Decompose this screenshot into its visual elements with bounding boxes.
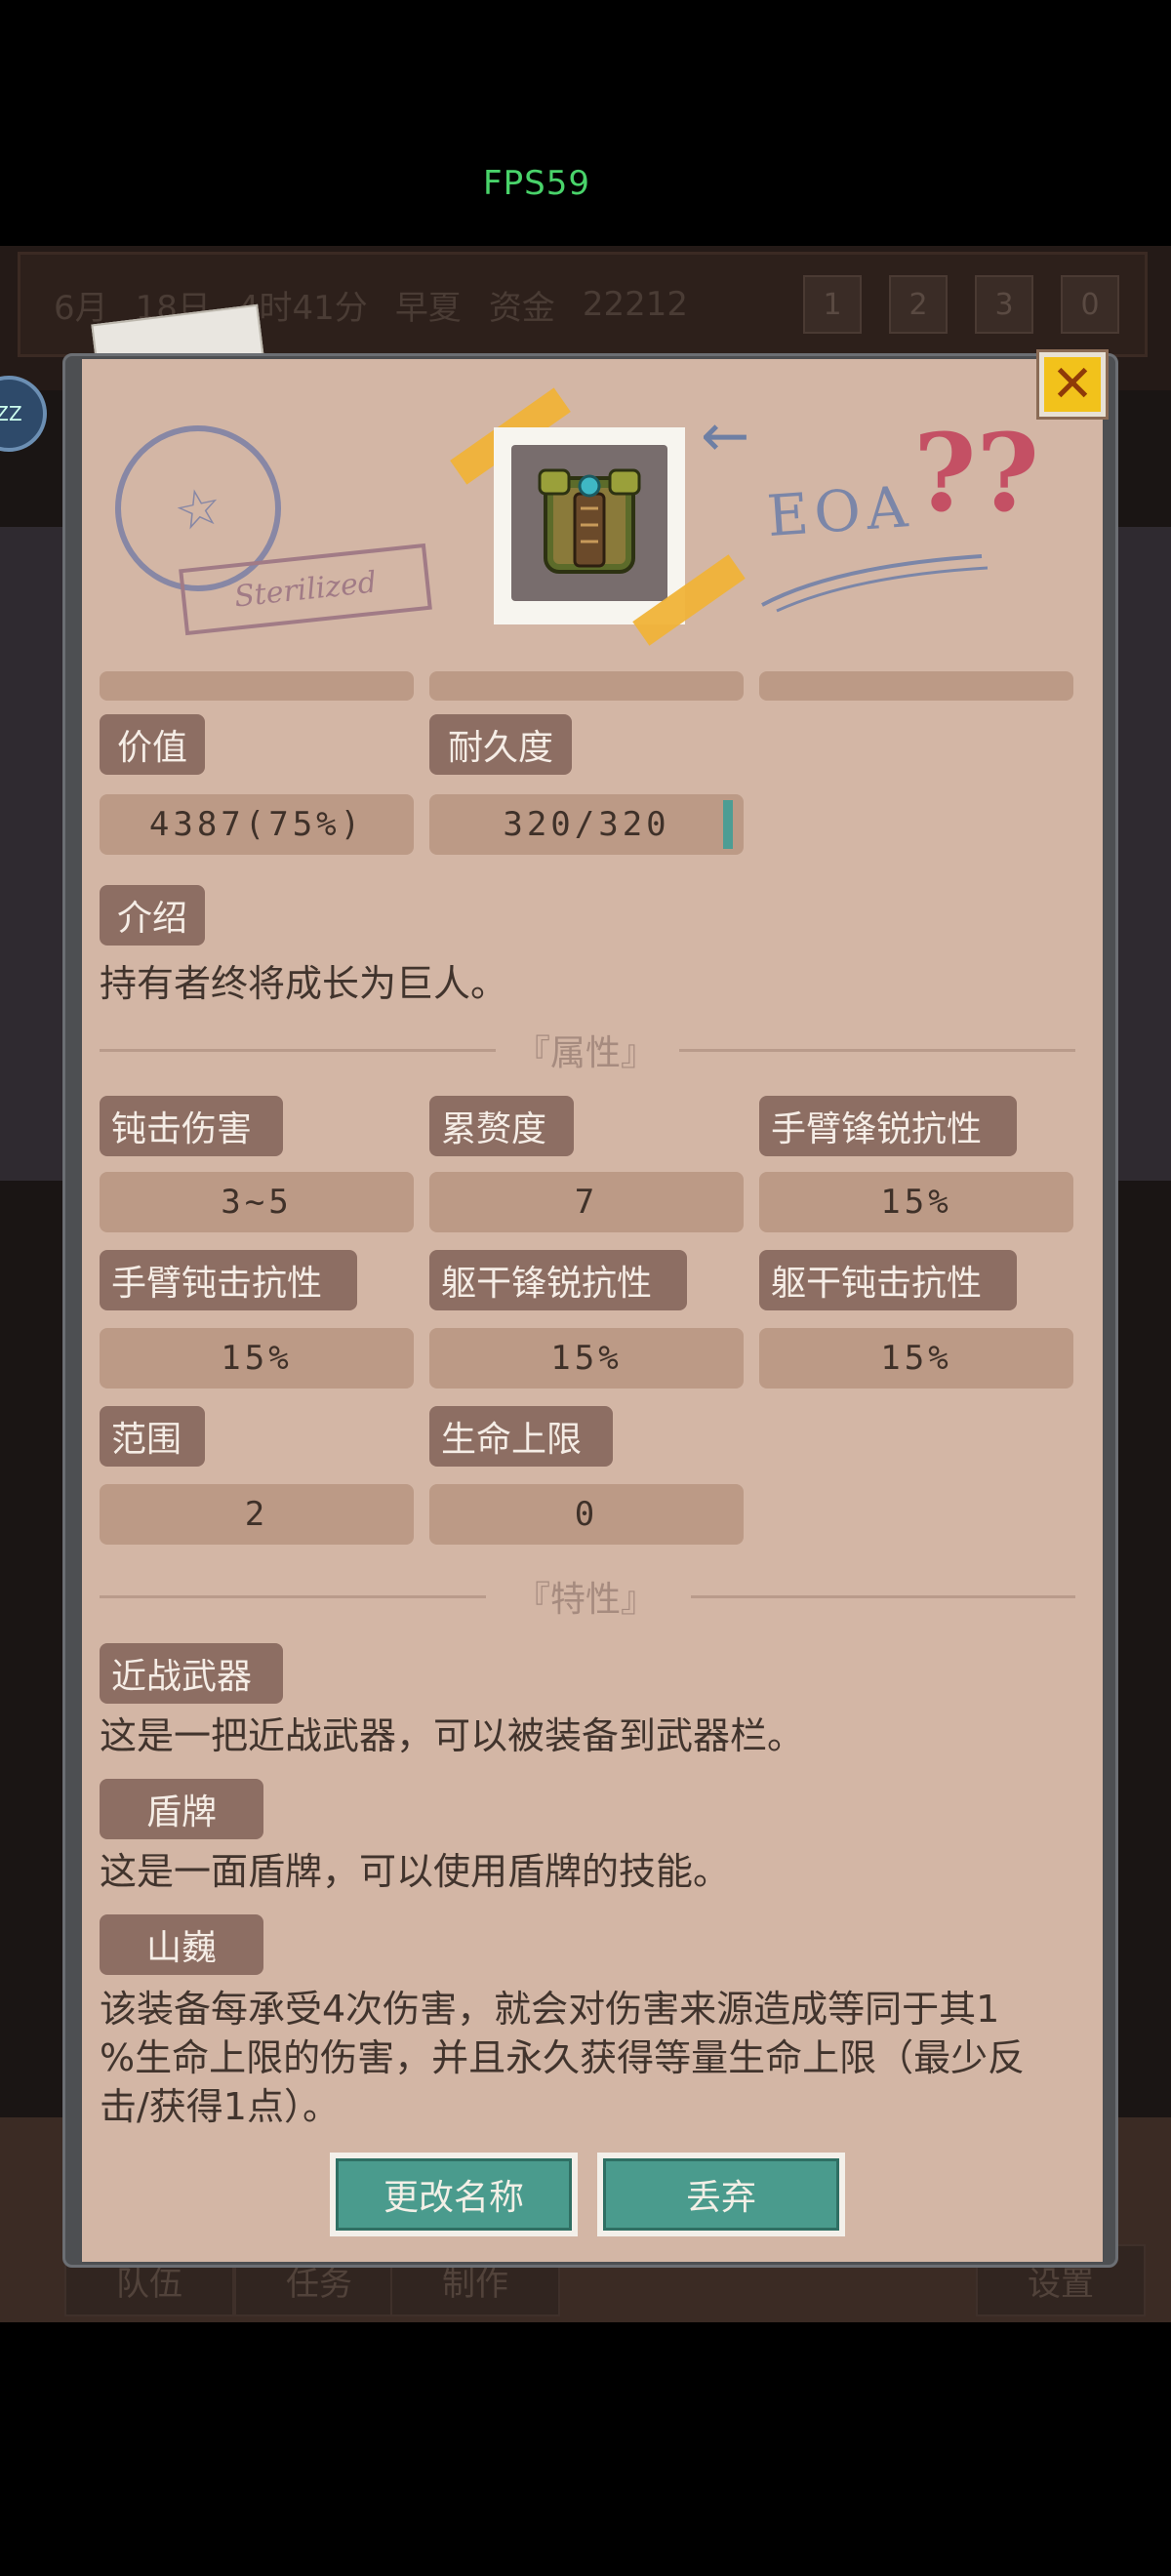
attr-label-range: 范围: [100, 1406, 205, 1467]
speed-button-3[interactable]: 3: [974, 275, 1033, 334]
question-marks-decoration: ??: [913, 410, 1039, 536]
attr-value-arm-blunt-resist: 15%: [100, 1328, 414, 1389]
attr-label-blunt-damage: 钝击伤害: [100, 1096, 283, 1156]
item-detail-modal: [82, 359, 1103, 2262]
durability-bar: [723, 800, 733, 849]
trait-label-shield: 盾牌: [100, 1779, 263, 1839]
scribble-decoration: [761, 554, 989, 613]
pause-button[interactable]: 0: [1060, 275, 1119, 334]
cut-value-2: [429, 671, 744, 701]
season-display: 早夏: [394, 288, 462, 328]
attr-value-arm-sharp-resist: 15%: [759, 1172, 1073, 1232]
rename-button[interactable]: 更改名称: [330, 2153, 578, 2236]
value-field: 4387(75%): [100, 794, 414, 855]
section-divider: [691, 1595, 1075, 1598]
attr-value-blunt-damage: 3~5: [100, 1172, 414, 1232]
money-label: 资金: [488, 288, 555, 328]
section-divider: [679, 1049, 1075, 1052]
trait-text-mountain-line-3: 击/获得1点）。: [100, 2085, 340, 2128]
attr-value-torso-sharp-resist: 15%: [429, 1328, 744, 1389]
item-icon-frame: [494, 427, 685, 624]
attr-label-arm-sharp-resist: 手臂锋锐抗性: [759, 1096, 1017, 1156]
close-icon: ✕: [1044, 357, 1101, 412]
attr-label-torso-sharp-resist: 躯干锋锐抗性: [429, 1250, 687, 1310]
attr-value-max-hp: 0: [429, 1484, 744, 1545]
trait-text-shield: 这是一面盾牌，可以使用盾牌的技能。: [100, 1850, 731, 1893]
attr-value-encumbrance: 7: [429, 1172, 744, 1232]
trait-text-mountain-line-1: 该装备每承受4次伤害，就会对伤害来源造成等同于其1: [100, 1988, 1000, 2031]
speed-button-1[interactable]: 1: [802, 275, 862, 334]
trait-text-melee-weapon: 这是一把近战武器，可以被装备到武器栏。: [100, 1714, 805, 1757]
discard-button-label: 丢弃: [603, 2158, 839, 2231]
money-value: 22212: [582, 285, 688, 324]
value-label: 价值: [100, 714, 205, 775]
attr-label-torso-blunt-resist: 躯干钝击抗性: [759, 1250, 1017, 1310]
arrow-icon: ←: [701, 402, 750, 470]
intro-label: 介绍: [100, 885, 205, 946]
trait-label-mountain: 山巍: [100, 1914, 263, 1975]
trait-text-mountain-line-2: %生命上限的伤害，并且永久获得等量生命上限（最少反: [100, 2036, 1026, 2079]
attr-value-torso-blunt-resist: 15%: [759, 1328, 1073, 1389]
armor-chestplate-icon: [538, 468, 641, 574]
date-month: 6月: [54, 288, 108, 328]
fps-counter: FPS59: [483, 164, 590, 203]
item-slot: [511, 445, 667, 601]
eoa-sketch: EOA: [764, 472, 915, 550]
close-button[interactable]: ✕: [1036, 349, 1109, 420]
attr-label-arm-blunt-resist: 手臂钝击抗性: [100, 1250, 357, 1310]
speed-button-2[interactable]: 2: [888, 275, 948, 334]
intro-text: 持有者终将成长为巨人。: [100, 962, 508, 1005]
attr-label-encumbrance: 累赘度: [429, 1096, 574, 1156]
trait-label-melee-weapon: 近战武器: [100, 1643, 283, 1704]
discard-button[interactable]: 丢弃: [597, 2153, 845, 2236]
cut-value-3: [759, 671, 1073, 701]
attr-value-range: 2: [100, 1484, 414, 1545]
durability-field: 320/320: [429, 794, 744, 855]
rename-button-label: 更改名称: [336, 2158, 572, 2231]
durability-label: 耐久度: [429, 714, 572, 775]
star-icon: ☆: [168, 473, 228, 543]
attr-label-max-hp: 生命上限: [429, 1406, 613, 1467]
cut-value-1: [100, 671, 414, 701]
